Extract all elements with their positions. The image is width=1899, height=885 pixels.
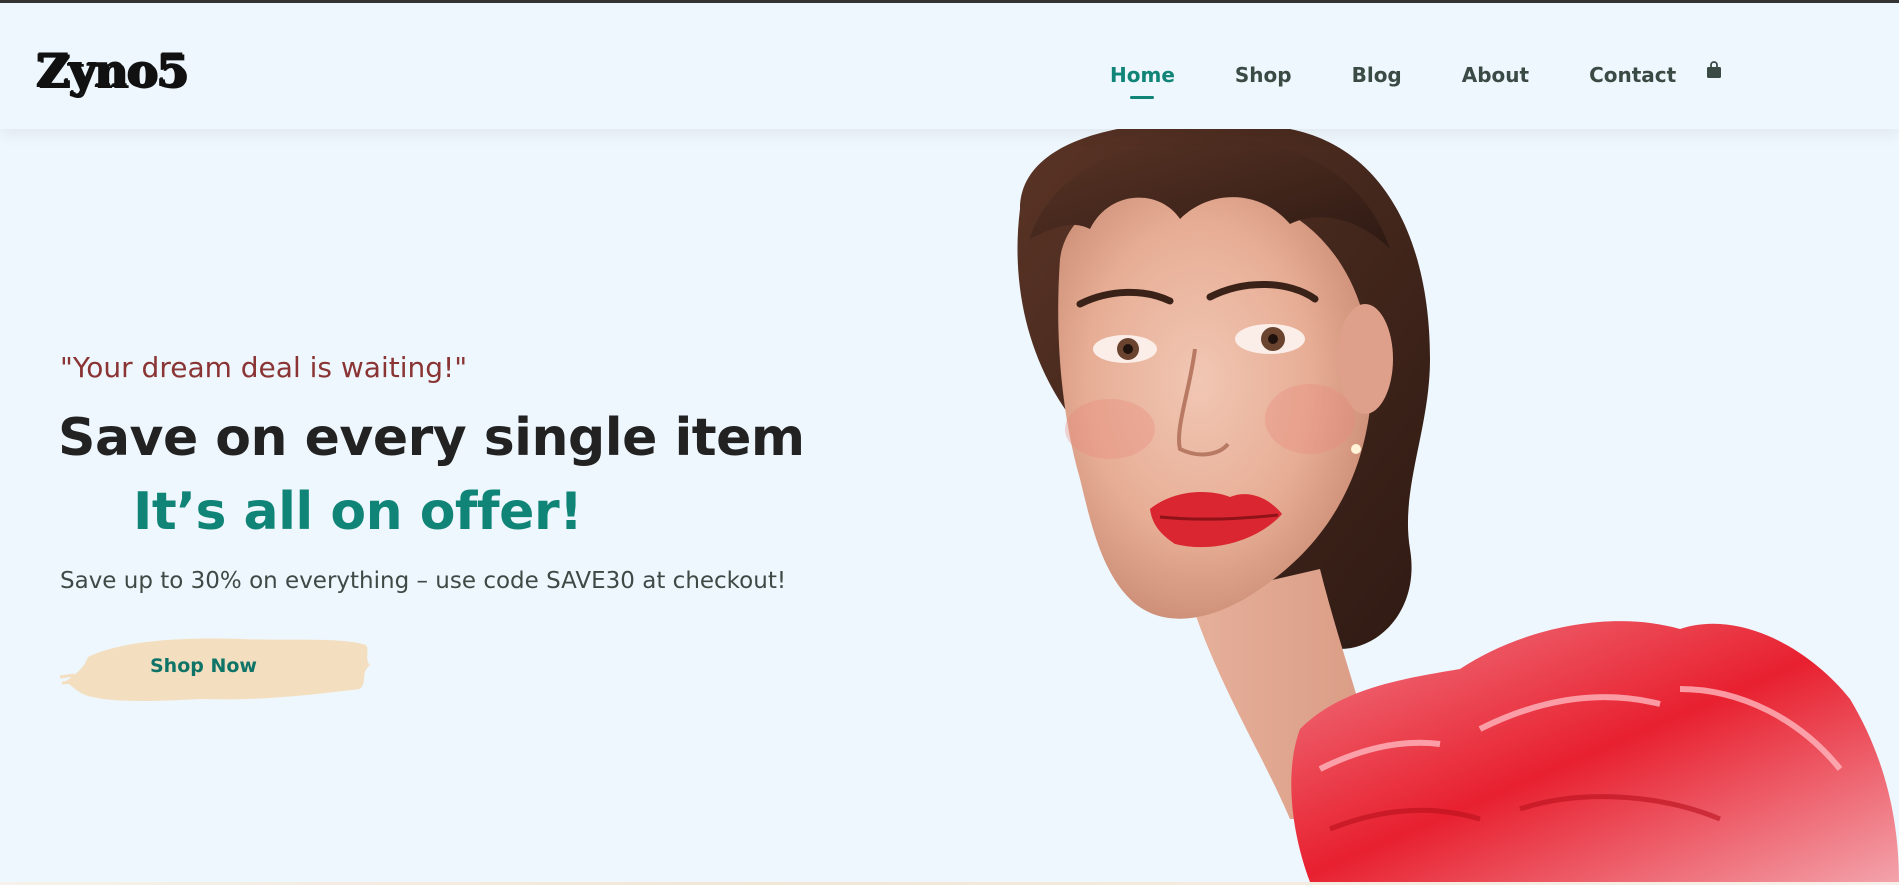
- nav-about-label: About: [1461, 63, 1530, 87]
- site-logo[interactable]: Zyno5: [36, 43, 188, 97]
- shop-now-label: Shop Now: [150, 655, 257, 677]
- hero-promo-text: Save up to 30% on everything – use code …: [60, 568, 787, 594]
- nav-shop-label: Shop: [1234, 63, 1292, 87]
- hero-subheadline: It’s all on offer!: [133, 482, 583, 542]
- nav-blog[interactable]: Blog: [1352, 63, 1402, 87]
- page: Zyno5 Home Shop Blog About Contact "Your…: [0, 0, 1899, 885]
- hero-headline: Save on every single item: [58, 408, 805, 468]
- main-nav: Home Shop Blog About Contact: [1110, 55, 1736, 99]
- nav-shop[interactable]: Shop: [1235, 63, 1292, 87]
- nav-about[interactable]: About: [1462, 63, 1529, 87]
- nav-active-indicator: [1130, 96, 1155, 99]
- shopping-bag-icon[interactable]: [1706, 61, 1722, 79]
- nav-contact-label: Contact: [1589, 63, 1677, 87]
- nav-blog-label: Blog: [1351, 63, 1402, 87]
- site-header: Zyno5 Home Shop Blog About Contact: [0, 3, 1899, 129]
- nav-contact[interactable]: Contact: [1589, 63, 1676, 87]
- hero-model-image: [1017, 129, 1899, 882]
- nav-home[interactable]: Home: [1110, 63, 1175, 99]
- shop-now-button[interactable]: Shop Now: [60, 631, 372, 705]
- nav-home-label: Home: [1110, 63, 1175, 87]
- hero-tagline: "Your dream deal is waiting!": [60, 351, 468, 384]
- viewport: Zyno5 Home Shop Blog About Contact "Your…: [0, 3, 1899, 882]
